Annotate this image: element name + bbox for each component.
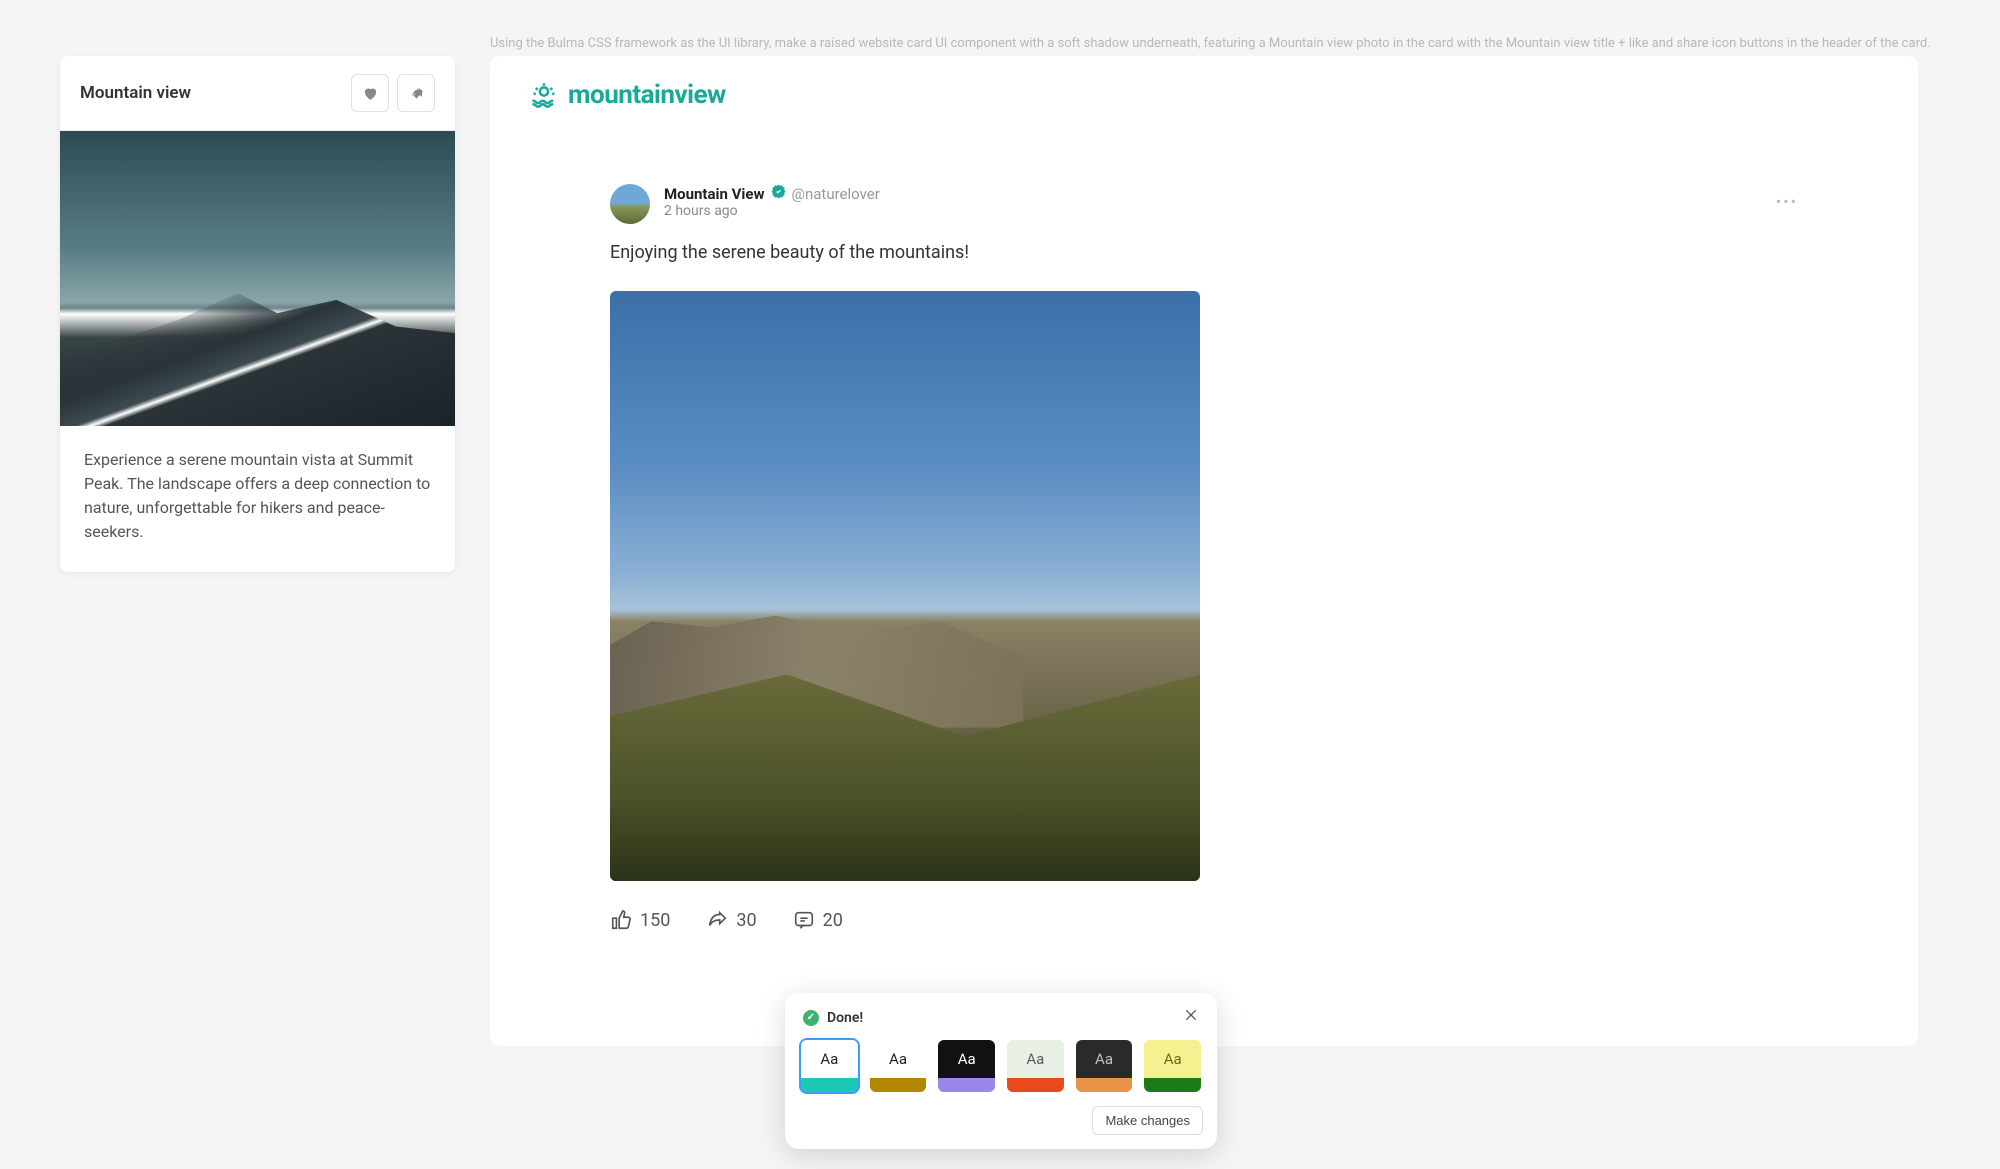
theme-footer: Make changes [799, 1106, 1203, 1135]
swatch-label: Aa [1076, 1040, 1133, 1078]
more-button[interactable]: ••• [1776, 192, 1798, 211]
theme-popup-header: ✓ Done! [799, 1007, 1203, 1028]
card-actions [351, 74, 435, 112]
theme-swatch-5[interactable]: Aa [1142, 1038, 1203, 1094]
close-button[interactable] [1183, 1007, 1199, 1028]
theme-swatch-3[interactable]: Aa [1005, 1038, 1066, 1094]
verified-icon [771, 184, 786, 203]
swatch-accent [1076, 1078, 1133, 1092]
share-arrow-icon [706, 909, 728, 931]
avatar[interactable] [610, 184, 650, 224]
post-timestamp: 2 hours ago [664, 203, 1798, 219]
make-changes-button[interactable]: Make changes [1092, 1106, 1203, 1135]
post-author[interactable]: Mountain View [664, 185, 765, 203]
close-icon [1183, 1007, 1199, 1023]
swatch-accent [801, 1078, 858, 1092]
instruction-text: Using the Bulma CSS framework as the UI … [490, 36, 1940, 51]
check-icon: ✓ [803, 1010, 819, 1026]
swatch-accent [1007, 1078, 1064, 1092]
brand-logo-icon [530, 81, 558, 109]
post-handle[interactable]: @naturelover [792, 185, 880, 203]
theme-swatches: Aa Aa Aa Aa Aa Aa [799, 1038, 1203, 1094]
card-image [60, 131, 455, 426]
thumbs-up-icon [610, 909, 632, 931]
theme-swatch-2[interactable]: Aa [936, 1038, 997, 1094]
theme-swatch-1[interactable]: Aa [868, 1038, 929, 1094]
card-description: Experience a serene mountain vista at Su… [60, 426, 455, 572]
comment-count: 20 [823, 910, 843, 931]
status-text: Done! [827, 1010, 863, 1026]
swatch-accent [1144, 1078, 1201, 1092]
swatch-label: Aa [801, 1040, 858, 1078]
share-action[interactable]: 30 [706, 909, 756, 931]
theme-swatch-4[interactable]: Aa [1074, 1038, 1135, 1094]
like-button[interactable] [351, 74, 389, 112]
swatch-label: Aa [1007, 1040, 1064, 1078]
swatch-label: Aa [870, 1040, 927, 1078]
share-icon [408, 85, 425, 102]
share-button[interactable] [397, 74, 435, 112]
post-image[interactable] [610, 291, 1200, 881]
mountain-card: Mountain view Experience a serene mounta… [60, 56, 455, 572]
main-preview-panel: mountainview Mountain View @naturelover … [490, 56, 1918, 1046]
brand-name: mountainview [568, 80, 726, 110]
post-header: Mountain View @naturelover 2 hours ago •… [610, 184, 1798, 224]
card-header: Mountain view [60, 56, 455, 131]
theme-picker-popup: ✓ Done! Aa Aa Aa Aa Aa Aa Make changes [785, 993, 1217, 1149]
theme-status: ✓ Done! [803, 1010, 863, 1026]
comment-icon [793, 909, 815, 931]
like-count: 150 [640, 910, 670, 931]
brand-header: mountainview [490, 56, 1918, 134]
swatch-label: Aa [938, 1040, 995, 1078]
theme-swatch-0[interactable]: Aa [799, 1038, 860, 1094]
card-title: Mountain view [80, 83, 191, 103]
social-post: Mountain View @naturelover 2 hours ago •… [490, 134, 1918, 931]
swatch-accent [870, 1078, 927, 1092]
swatch-accent [938, 1078, 995, 1092]
swatch-label: Aa [1144, 1040, 1201, 1078]
post-meta: Mountain View @naturelover 2 hours ago [664, 184, 1798, 219]
post-actions: 150 30 20 [610, 909, 1798, 931]
comment-action[interactable]: 20 [793, 909, 843, 931]
like-action[interactable]: 150 [610, 909, 670, 931]
share-count: 30 [736, 910, 756, 931]
heart-icon [362, 85, 379, 102]
post-text: Enjoying the serene beauty of the mounta… [610, 242, 1798, 263]
